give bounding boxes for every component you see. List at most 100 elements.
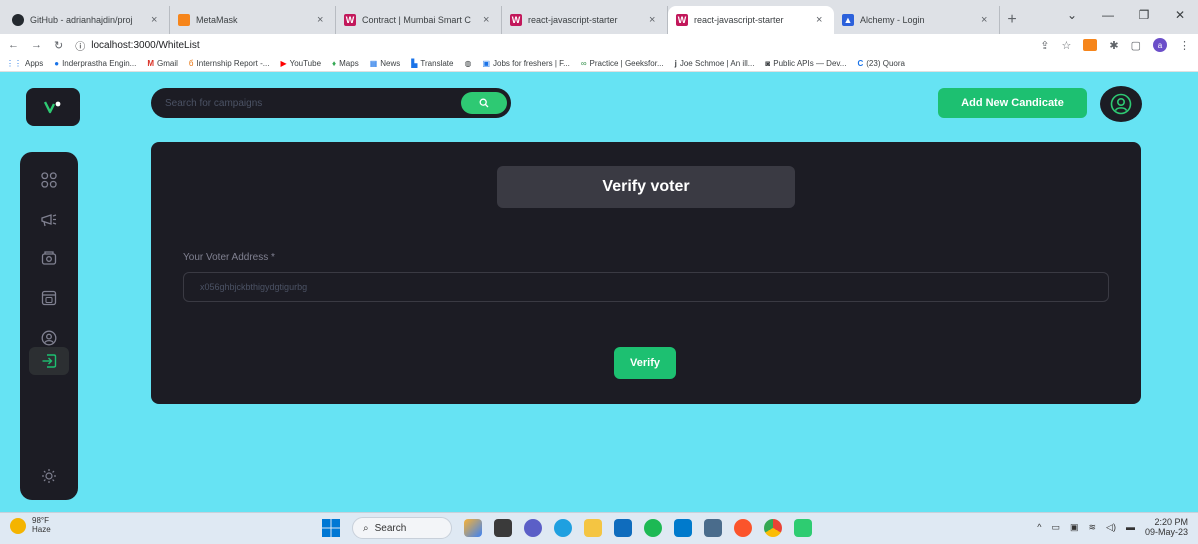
keyboard-icon[interactable]: ▭ xyxy=(1051,522,1060,533)
info-icon[interactable]: ⓘ xyxy=(75,38,85,53)
browser-tab-metamask[interactable]: MetaMask × xyxy=(170,6,336,34)
url-text: localhost:3000/WhiteList xyxy=(91,39,200,51)
close-tab-icon[interactable]: × xyxy=(649,14,659,26)
dev-app-icon[interactable] xyxy=(794,519,812,537)
page-title: Verify voter xyxy=(497,166,795,208)
search-button[interactable] xyxy=(461,92,507,114)
display-icon[interactable]: ▣ xyxy=(1070,522,1079,533)
voter-address-input[interactable] xyxy=(183,272,1109,302)
teams-chat-icon[interactable] xyxy=(524,519,542,537)
close-tab-icon[interactable]: × xyxy=(981,14,991,26)
github-icon xyxy=(12,14,24,26)
file-explorer-icon[interactable] xyxy=(584,519,602,537)
chevron-up-icon[interactable]: ^ xyxy=(1037,522,1041,532)
bookmark-apps[interactable]: ⋮⋮ Apps xyxy=(6,59,43,68)
search-input[interactable] xyxy=(165,97,455,109)
bookmark-maps[interactable]: ♦ Maps xyxy=(332,59,359,68)
battery-icon[interactable]: ▬ xyxy=(1126,522,1135,532)
close-tab-icon[interactable]: × xyxy=(816,14,826,26)
bookmark-gmail[interactable]: M Gmail xyxy=(147,59,178,68)
sidebar-item-dashboard[interactable] xyxy=(29,166,69,194)
sidebar-item-withdraw[interactable] xyxy=(29,284,69,312)
bookmark-geeks[interactable]: ∞ Practice | Geeksfor... xyxy=(581,59,664,68)
reload-icon[interactable]: ↻ xyxy=(54,39,63,52)
bookmark-label: Practice | Geeksfor... xyxy=(589,59,664,68)
verify-voter-panel: Verify voter Your Voter Address * Verify xyxy=(151,142,1141,404)
doc-icon: б xyxy=(188,59,194,68)
profile-avatar[interactable]: a xyxy=(1153,38,1167,52)
metamask-extension-icon[interactable] xyxy=(1083,39,1098,51)
edge-icon[interactable] xyxy=(554,519,572,537)
taskbar-search[interactable]: ⌕ Search xyxy=(352,517,452,539)
tab-title: Alchemy - Login xyxy=(860,15,925,25)
windows-start-icon[interactable] xyxy=(322,519,340,537)
tab-title: MetaMask xyxy=(196,15,238,25)
restore-icon[interactable]: ❐ xyxy=(1126,0,1162,30)
wifi-icon[interactable]: ≋ xyxy=(1089,522,1097,533)
new-tab-button[interactable]: + xyxy=(1000,6,1024,34)
volume-icon[interactable]: ◁) xyxy=(1106,522,1116,533)
window-controls: ⌄ — ❐ ✕ xyxy=(1054,0,1198,30)
bookmark-jobs[interactable]: ▣ Jobs for freshers | F... xyxy=(482,59,569,68)
vscode-icon[interactable] xyxy=(674,519,692,537)
share-icon[interactable]: ⇪ xyxy=(1040,39,1049,52)
sidepanel-icon[interactable]: ▢ xyxy=(1131,39,1141,52)
back-icon[interactable]: ← xyxy=(8,39,19,51)
sidebar-theme-toggle[interactable] xyxy=(29,462,69,490)
star-icon[interactable]: ☆ xyxy=(1062,39,1072,52)
search-icon xyxy=(479,98,489,108)
bookmark-apis[interactable]: ◙ Public APIs — Dev... xyxy=(765,59,846,68)
browser-tab-github[interactable]: GitHub - adrianhajdin/proj × xyxy=(4,6,170,34)
jobs-icon: ▣ xyxy=(482,59,491,68)
sidebar-item-campaign[interactable] xyxy=(29,206,69,234)
taskbar-clock[interactable]: 2:20 PM 09-May-23 xyxy=(1145,517,1188,538)
task-view-icon[interactable] xyxy=(494,519,512,537)
bookmark-youtube[interactable]: ▶ YouTube xyxy=(280,59,321,68)
user-avatar[interactable] xyxy=(1100,86,1142,122)
news-icon: ▦ xyxy=(369,59,378,68)
bookmark-internship[interactable]: б Internship Report -... xyxy=(189,59,270,68)
spotify-icon[interactable] xyxy=(644,519,662,537)
bookmark-globe[interactable]: ◍ xyxy=(464,59,471,68)
browser-tab-react-starter[interactable]: W react-javascript-starter × xyxy=(502,6,668,34)
browser-tab-contract[interactable]: W Contract | Mumbai Smart C × xyxy=(336,6,502,34)
address-bar[interactable]: ⓘ localhost:3000/WhiteList xyxy=(75,38,199,53)
verify-button[interactable]: Verify xyxy=(614,347,676,379)
sidebar-item-payment[interactable] xyxy=(29,244,69,272)
close-tab-icon[interactable]: × xyxy=(483,14,493,26)
weather-widget[interactable]: 98°F Haze xyxy=(10,516,51,535)
dev-icon: ◙ xyxy=(765,59,771,68)
app-viewport: Add New Candicate xyxy=(0,72,1198,512)
close-tab-icon[interactable]: × xyxy=(151,14,161,26)
system-tray: ^ ▭ ▣ ≋ ◁) ▬ 2:20 PM 09-May-23 xyxy=(1037,517,1188,538)
bookmark-label: Public APIs — Dev... xyxy=(773,59,847,68)
add-candidate-button[interactable]: Add New Candicate xyxy=(938,88,1087,118)
bookmark-inderprastha[interactable]: ● Inderprastha Engin... xyxy=(54,59,136,68)
youtube-icon: ▶ xyxy=(280,59,287,68)
close-window-icon[interactable]: ✕ xyxy=(1162,0,1198,30)
minimize-icon[interactable]: — xyxy=(1090,0,1126,30)
chrome-icon[interactable] xyxy=(764,519,782,537)
bookmark-translate[interactable]: ▙ Translate xyxy=(411,59,453,68)
widgets-icon[interactable] xyxy=(464,519,482,537)
browser-tab-alchemy[interactable]: ▲ Alchemy - Login × xyxy=(834,6,1000,34)
globe-icon: ◍ xyxy=(464,59,472,68)
apps-grid-icon: ⋮⋮ xyxy=(6,59,22,68)
forward-icon[interactable]: → xyxy=(31,39,42,51)
close-tab-icon[interactable]: × xyxy=(317,14,327,26)
bookmark-news[interactable]: ▦ News xyxy=(370,59,401,68)
browser-tab-react-starter-active[interactable]: W react-javascript-starter × xyxy=(668,6,834,34)
windows-taskbar: 98°F Haze ⌕ Search ^ ▭ ▣ ≋ ◁) ▬ 2:20 PM … xyxy=(0,512,1198,544)
bookmark-quora[interactable]: C (23) Quora xyxy=(857,59,904,68)
app-logo[interactable] xyxy=(26,88,80,126)
bookmark-joe[interactable]: j Joe Schmoe | An ill... xyxy=(675,59,755,68)
store-icon[interactable] xyxy=(614,519,632,537)
bookmark-label: Translate xyxy=(420,59,454,68)
bookmark-label: Internship Report -... xyxy=(196,59,270,68)
brave-icon[interactable] xyxy=(734,519,752,537)
extensions-icon[interactable]: ✱ xyxy=(1109,39,1118,52)
app-icon[interactable] xyxy=(704,519,722,537)
tab-search-icon[interactable]: ⌄ xyxy=(1054,0,1090,30)
sidebar-item-logout[interactable] xyxy=(29,347,69,375)
menu-icon[interactable]: ⋮ xyxy=(1179,39,1190,52)
